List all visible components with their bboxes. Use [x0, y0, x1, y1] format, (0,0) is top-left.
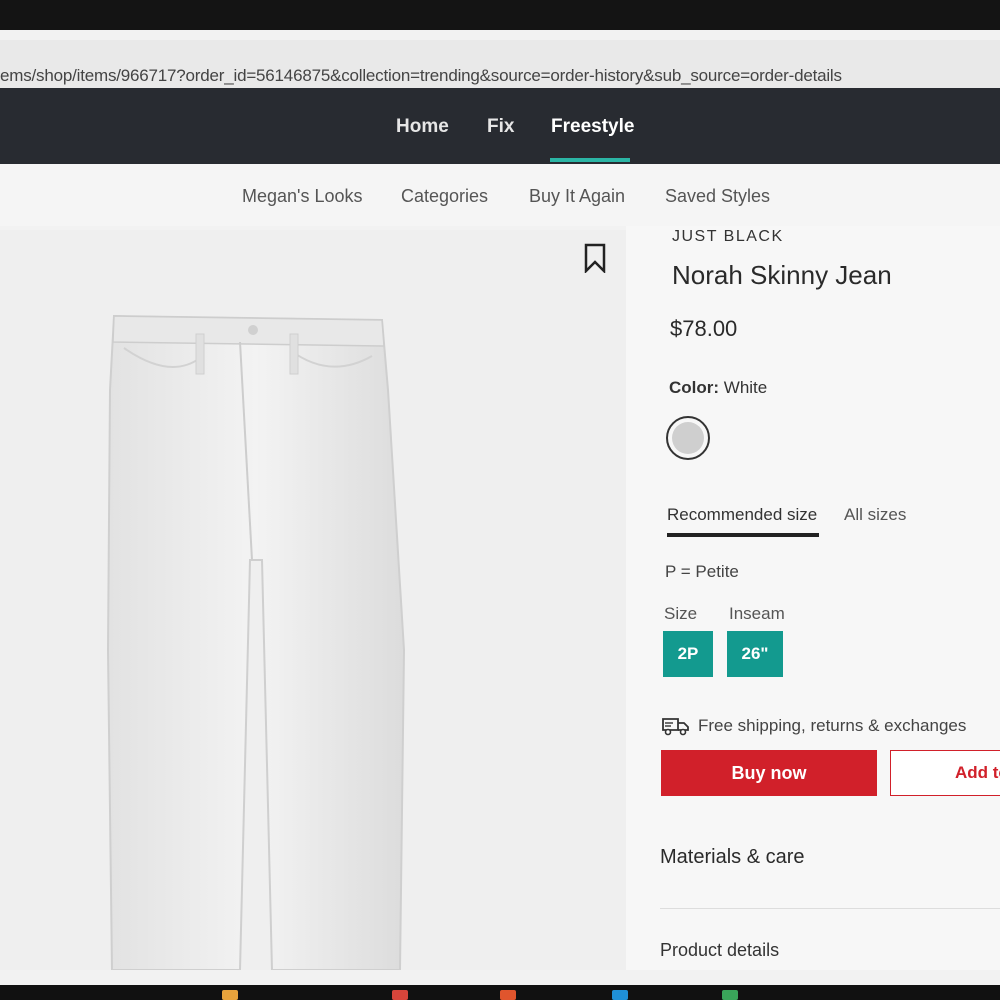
product-brand[interactable]: JUST BLACK	[672, 228, 784, 246]
materials-care-section[interactable]: Materials & care	[660, 846, 805, 869]
product-title: Norah Skinny Jean	[672, 260, 892, 290]
nav-fix[interactable]: Fix	[487, 116, 514, 138]
folder-icon[interactable]	[222, 990, 238, 1000]
url-text[interactable]: ems/shop/items/966717?order_id=56146875&…	[0, 66, 842, 86]
subnav-categories[interactable]: Categories	[401, 186, 488, 207]
size-tab-indicator	[667, 533, 819, 537]
shipping-info: Free shipping, returns & exchanges	[662, 716, 966, 736]
color-value: White	[723, 378, 768, 397]
inseam-selector[interactable]: 26"	[727, 631, 783, 677]
truck-icon	[662, 718, 689, 736]
color-label: Color:	[669, 378, 720, 397]
subnav-saved-styles[interactable]: Saved Styles	[665, 186, 770, 207]
size-selector[interactable]: 2P	[663, 631, 713, 677]
app-icon[interactable]	[612, 990, 628, 1000]
product-price: $78.00	[670, 316, 738, 341]
tab-all-sizes[interactable]: All sizes	[844, 505, 906, 525]
active-tab-indicator	[550, 158, 630, 162]
color-swatch-white[interactable]	[666, 416, 710, 460]
subnav-megans-looks[interactable]: Megan's Looks	[242, 186, 363, 207]
top-navigation: Home Fix Freestyle	[0, 88, 1000, 164]
nav-freestyle[interactable]: Freestyle	[551, 116, 634, 138]
size-label: Size	[664, 604, 698, 623]
app-icon[interactable]	[500, 990, 516, 1000]
color-row: Color: White	[669, 378, 767, 398]
section-divider	[660, 908, 1000, 909]
swatch-fill	[672, 422, 704, 454]
petite-note: P = Petite	[665, 562, 739, 581]
sub-navigation: Megan's Looks Categories Buy It Again Sa…	[0, 164, 1000, 226]
chrome-icon[interactable]	[722, 990, 738, 1000]
inseam-label: Inseam	[729, 604, 785, 623]
buy-now-button[interactable]: Buy now	[661, 750, 877, 796]
shipping-text: Free shipping, returns & exchanges	[698, 716, 967, 735]
app-icon[interactable]	[392, 990, 408, 1000]
jeans-illustration	[106, 314, 406, 971]
nav-home[interactable]: Home	[396, 116, 449, 138]
tab-recommended-size[interactable]: Recommended size	[667, 505, 817, 525]
add-to-cart-label: Add to	[955, 763, 1000, 782]
product-details-section[interactable]: Product details	[660, 940, 779, 961]
subnav-buy-it-again[interactable]: Buy It Again	[529, 186, 625, 207]
bookmark-icon[interactable]	[584, 243, 606, 273]
product-image[interactable]	[0, 230, 626, 971]
add-to-cart-button[interactable]: Add to	[890, 750, 1000, 796]
